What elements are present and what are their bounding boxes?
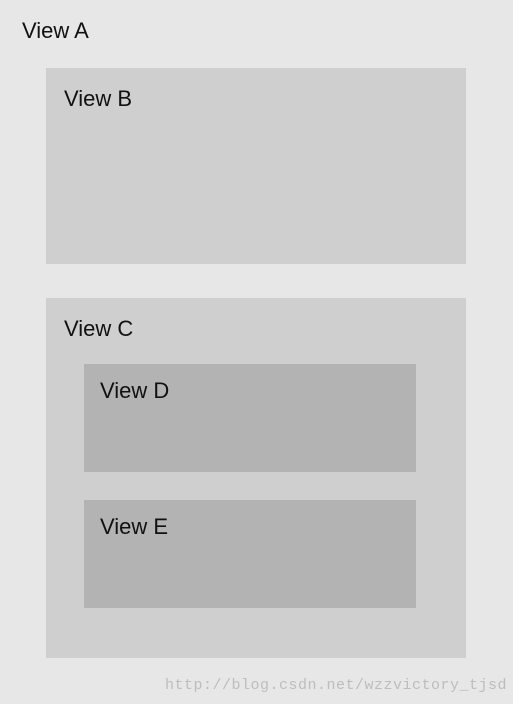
view-b-container: View B [46,68,466,264]
view-e-container: View E [84,500,416,608]
view-e-label: View E [100,514,400,540]
view-c-container: View C View D View E [46,298,466,658]
watermark-text: http://blog.csdn.net/wzzvictory_tjsd [165,677,507,694]
view-d-label: View D [100,378,400,404]
view-c-label: View C [64,316,448,342]
view-b-label: View B [64,86,448,112]
view-d-container: View D [84,364,416,472]
view-a-label: View A [22,18,491,44]
view-a-container: View A View B View C View D View E [0,0,513,704]
